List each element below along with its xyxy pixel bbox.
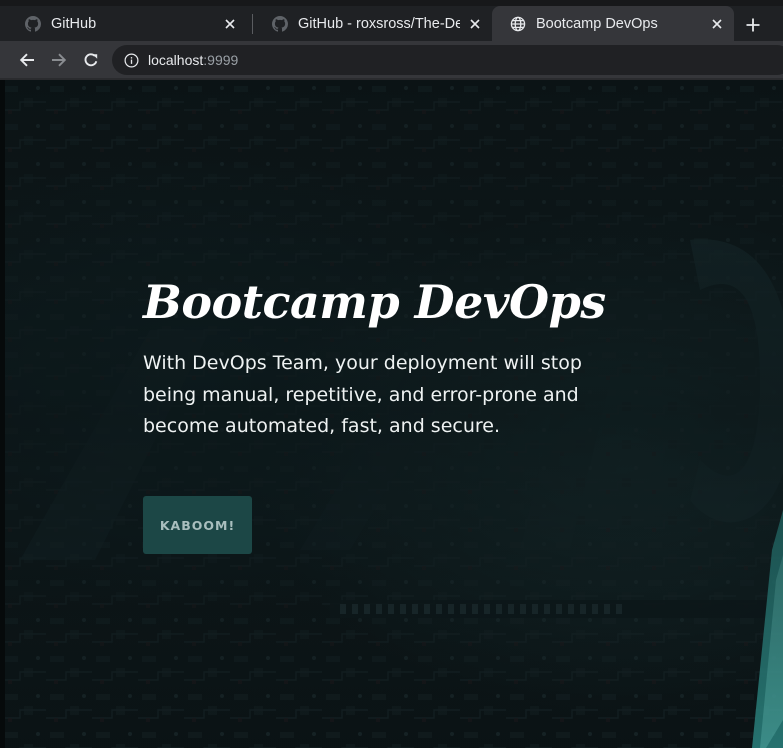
browser-window: GitHub GitHub - roxsross/The-De Bootcamp… xyxy=(0,0,783,748)
browser-toolbar: localhost:9999 xyxy=(0,41,783,78)
close-icon[interactable] xyxy=(706,13,728,35)
close-icon[interactable] xyxy=(219,13,241,35)
page-left-edge xyxy=(0,80,5,748)
url-host: localhost xyxy=(148,52,204,68)
new-tab-button[interactable] xyxy=(740,12,766,38)
tab-github[interactable]: GitHub xyxy=(7,6,247,41)
url-port: :9999 xyxy=(203,52,239,68)
tab-title: GitHub xyxy=(51,15,97,32)
arrow-left-icon xyxy=(19,53,34,67)
hero-description: With DevOps Team, your deployment will s… xyxy=(143,352,582,437)
tab-github-repo[interactable]: GitHub - roxsross/The-De xyxy=(254,6,492,41)
kaboom-button[interactable]: KABOOM! xyxy=(143,496,252,554)
tab-bootcamp-devops[interactable]: Bootcamp DevOps xyxy=(492,6,734,41)
reload-icon xyxy=(84,53,98,67)
tab-title: Bootcamp DevOps xyxy=(536,15,658,32)
address-bar[interactable]: localhost:9999 xyxy=(112,45,783,75)
reload-button[interactable] xyxy=(79,48,103,72)
forward-button[interactable] xyxy=(47,48,71,72)
hero-section: Bootcamp DevOps With DevOps Team, your d… xyxy=(143,270,613,443)
github-icon xyxy=(24,15,41,32)
url-text: localhost:9999 xyxy=(148,52,238,68)
tab-separator xyxy=(252,14,253,34)
tab-strip: GitHub GitHub - roxsross/The-De Bootcamp… xyxy=(0,0,783,44)
page-viewport: Bootcamp DevOps With DevOps Team, your d… xyxy=(0,80,783,748)
back-button[interactable] xyxy=(15,48,39,72)
close-icon[interactable] xyxy=(464,13,486,35)
tab-title: GitHub - roxsross/The-De xyxy=(298,15,460,32)
info-icon[interactable] xyxy=(123,52,139,68)
globe-icon xyxy=(509,15,526,32)
github-icon xyxy=(271,15,288,32)
arrow-right-icon xyxy=(52,53,67,67)
hero-title: Bootcamp DevOps xyxy=(143,275,606,329)
